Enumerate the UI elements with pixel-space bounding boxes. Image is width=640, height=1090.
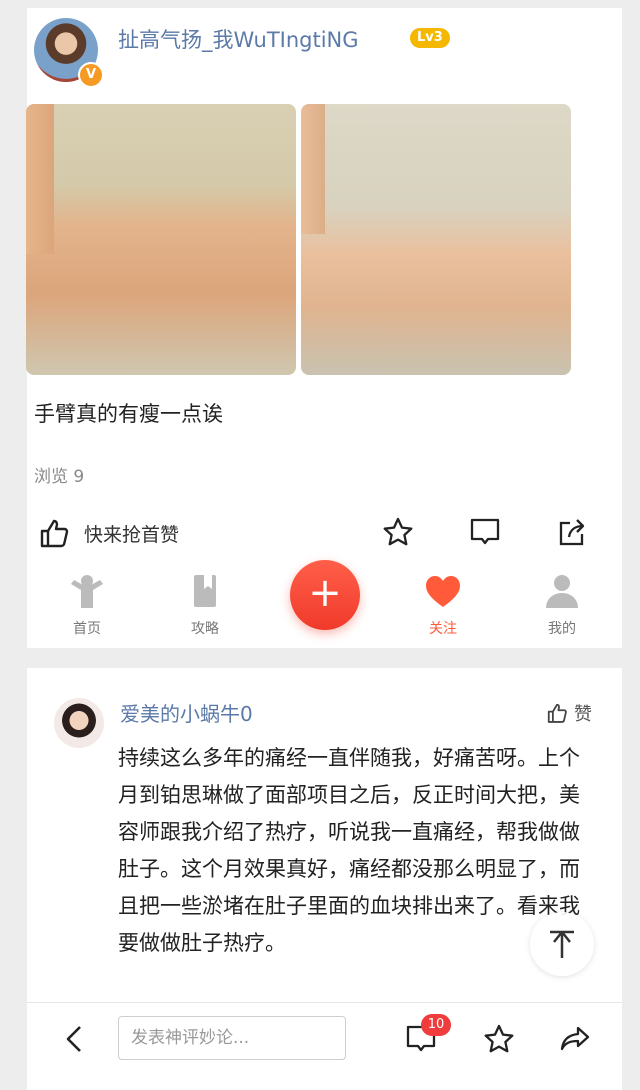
tab-label: 关注 xyxy=(429,621,457,637)
comment-like-label: 赞 xyxy=(574,704,592,725)
commenter-avatar[interactable] xyxy=(54,698,104,748)
tab-following[interactable]: 关注 xyxy=(408,572,478,638)
thumbs-up-icon xyxy=(40,519,69,548)
back-icon[interactable] xyxy=(60,1022,90,1056)
share-icon[interactable] xyxy=(558,1022,592,1056)
tab-label: 首页 xyxy=(73,621,101,637)
like-prompt: 快来抢首赞 xyxy=(84,523,180,546)
user-icon xyxy=(546,575,578,608)
tab-me[interactable]: 我的 xyxy=(527,572,597,638)
share-icon[interactable] xyxy=(556,515,590,549)
arrow-up-icon xyxy=(550,930,574,958)
verified-badge: V xyxy=(78,62,104,88)
author-name[interactable]: 扯高气扬_我WuTIngtiNG xyxy=(118,24,359,54)
tab-label: 我的 xyxy=(548,621,576,637)
comment-icon[interactable] xyxy=(468,515,502,549)
comment-input[interactable]: 发表神评妙论... xyxy=(118,1016,346,1060)
create-post-button[interactable]: + xyxy=(290,560,360,630)
post-photo-2[interactable] xyxy=(301,104,571,375)
scroll-to-top-button[interactable] xyxy=(530,912,594,976)
level-badge: Lv3 xyxy=(410,28,450,48)
tab-guide[interactable]: 攻略 xyxy=(170,572,240,638)
tab-label: 攻略 xyxy=(191,621,219,637)
post-text: 手臂真的有瘦一点诶 xyxy=(34,402,223,426)
star-icon[interactable] xyxy=(482,1022,516,1056)
comment-body: 持续这么多年的痛经一直伴随我，好痛苦呀。上个月到铂思琳做了面部项目之后，反正时间… xyxy=(118,746,580,955)
comment-like-button[interactable]: 赞 xyxy=(546,700,592,726)
bookmark-icon xyxy=(194,575,216,607)
thumbs-up-icon xyxy=(547,703,567,723)
view-count: 浏览 9 xyxy=(34,467,85,487)
tab-home[interactable]: 首页 xyxy=(52,572,122,638)
comment-count-badge: 10 xyxy=(421,1014,451,1036)
commenter-name[interactable]: 爱美的小蜗牛0 xyxy=(120,698,253,727)
post-photo-1[interactable] xyxy=(26,104,296,375)
like-button[interactable]: 快来抢首赞 xyxy=(38,515,179,551)
star-icon[interactable] xyxy=(381,515,415,549)
heart-icon xyxy=(426,576,460,607)
person-icon xyxy=(71,575,103,608)
